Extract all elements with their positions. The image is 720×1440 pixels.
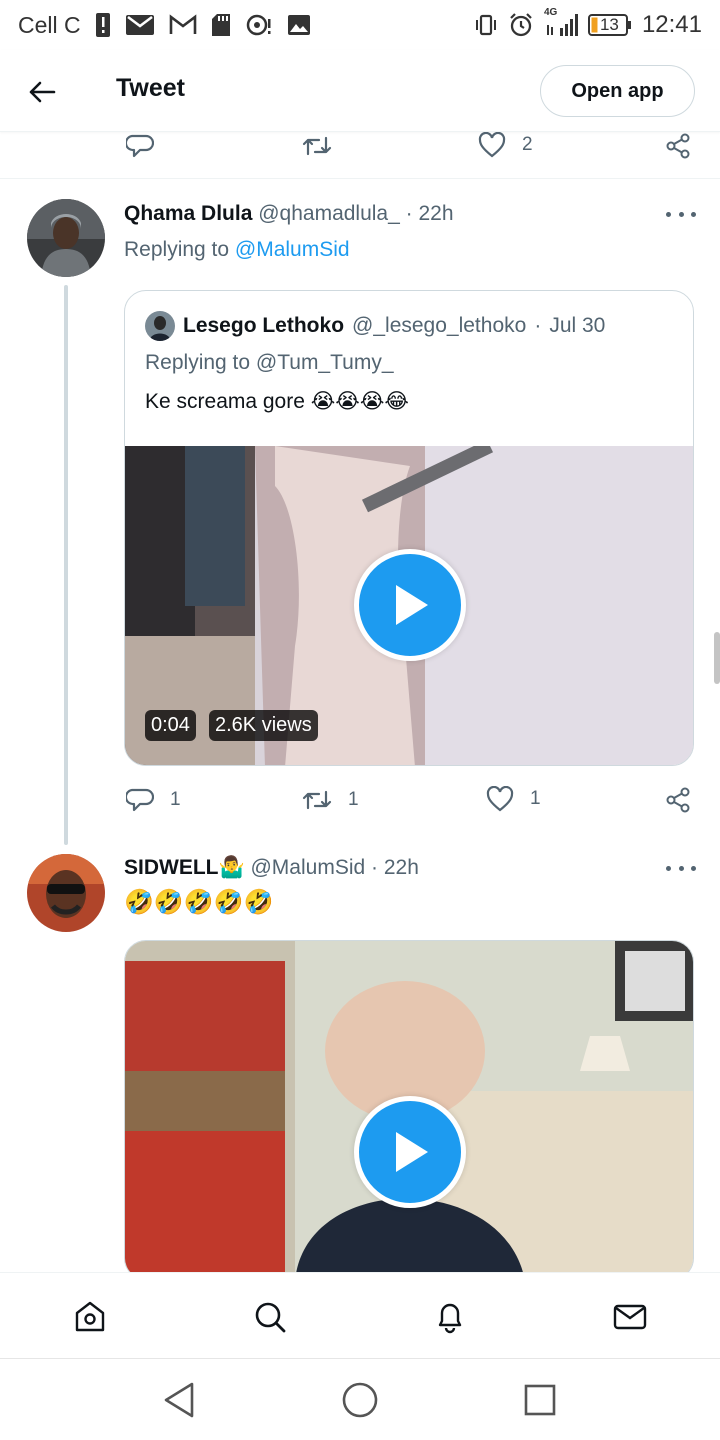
author-handle: @qhamadlula_ [258, 202, 400, 225]
video-player[interactable]: 0:04 2.6K views [125, 446, 693, 765]
heart-icon [478, 132, 506, 158]
play-icon [396, 1132, 428, 1172]
thread-line [64, 285, 68, 845]
quote-date: Jul 30 [549, 314, 606, 337]
scrollbar[interactable] [714, 632, 720, 684]
hotspot-icon [245, 13, 273, 37]
circle-home-icon [342, 1382, 378, 1418]
avatar-image [27, 199, 105, 277]
tweet-time: 22h [418, 202, 454, 225]
author-name: Qhama Dlula [124, 202, 253, 225]
tweet-divider [0, 178, 720, 179]
back-button[interactable] [22, 72, 62, 112]
reply-button[interactable] [126, 132, 154, 160]
signal-icon: 4G [544, 7, 578, 37]
battery-level: 13 [599, 15, 619, 34]
dot-separator: · [534, 314, 542, 337]
retweet-button[interactable]: 1 [302, 786, 359, 814]
quote-author-name: Lesego Lethoko [183, 314, 345, 337]
carrier-name: Cell C [18, 11, 81, 38]
avatar-image [27, 854, 105, 932]
square-recents-icon [524, 1384, 556, 1416]
play-button[interactable] [354, 549, 466, 661]
system-recents-button[interactable] [517, 1377, 563, 1423]
nav-notifications[interactable] [428, 1295, 472, 1339]
status-bar: Cell C 4G 13 12:41 [0, 0, 720, 50]
bottom-navigation [0, 1272, 720, 1358]
quote-replying-to: Replying to @Tum_Tumy_ [145, 351, 394, 374]
vibrate-icon [474, 14, 498, 36]
dot-separator: · [371, 856, 379, 879]
dot-separator: · [405, 202, 413, 225]
gmail-icon [169, 14, 197, 36]
arrow-left-icon [29, 81, 56, 103]
reply-button[interactable]: 1 [126, 786, 181, 814]
like-count: 1 [530, 788, 541, 809]
quote-text: Ke screama gore 😭😭😭😂 [145, 390, 409, 413]
retweet-count: 1 [348, 789, 359, 810]
reply-count: 1 [170, 789, 181, 810]
avatar[interactable] [27, 854, 105, 932]
app-header: Tweet Open app [0, 50, 720, 132]
page-title: Tweet [116, 74, 185, 102]
quote-avatar [145, 311, 175, 341]
alert-icon [95, 12, 111, 38]
video-duration: 0:04 [145, 710, 196, 741]
alarm-icon [508, 12, 534, 38]
play-icon [396, 585, 428, 625]
system-home-button[interactable] [337, 1377, 383, 1423]
like-button[interactable]: 1 [486, 786, 541, 812]
bell-icon [438, 1303, 462, 1334]
open-app-button[interactable]: Open app [540, 65, 695, 117]
search-icon [255, 1302, 286, 1333]
retweet-button[interactable] [302, 132, 332, 160]
system-back-button[interactable] [156, 1377, 202, 1423]
video-player[interactable] [124, 940, 694, 1280]
triangle-back-icon [164, 1382, 194, 1418]
sd-card-icon [211, 13, 231, 37]
replying-handle-link[interactable]: @MalumSid [235, 238, 350, 261]
avatar[interactable] [27, 199, 105, 277]
nav-search[interactable] [248, 1295, 292, 1339]
replying-to: Replying to @MalumSid [124, 238, 350, 262]
retweet-icon [302, 136, 332, 156]
clock: 12:41 [641, 11, 702, 38]
quote-author-handle: @_lesego_lethoko [352, 314, 527, 337]
share-button[interactable] [664, 132, 692, 160]
reply-icon [126, 788, 154, 812]
quoted-tweet[interactable]: Lesego Lethoko @_lesego_lethoko · Jul 30… [124, 290, 694, 766]
system-navigation [0, 1358, 720, 1440]
reply-icon [126, 134, 154, 158]
tweet-text: 🤣🤣🤣🤣🤣 [124, 889, 274, 916]
battery-icon: 13 [587, 13, 632, 37]
tweet-author[interactable]: Qhama Dlula @qhamadlula_ · 22h [124, 202, 454, 226]
nav-messages[interactable] [608, 1295, 652, 1339]
image-icon [287, 14, 311, 36]
share-button[interactable] [664, 786, 692, 814]
heart-icon [486, 786, 514, 812]
nav-home[interactable] [68, 1295, 112, 1339]
share-icon [666, 133, 690, 159]
network-type: 4G [543, 7, 558, 18]
more-options-button[interactable] [666, 858, 696, 878]
share-icon [666, 787, 690, 813]
tweet-actions: 1 1 1 [0, 782, 720, 822]
more-options-button[interactable] [666, 204, 696, 224]
author-name: SIDWELL🤷‍♂️ [124, 856, 245, 879]
tweet-author[interactable]: SIDWELL🤷‍♂️ @MalumSid · 22h [124, 856, 419, 880]
author-handle: @MalumSid [250, 856, 366, 879]
play-button[interactable] [354, 1096, 466, 1208]
retweet-icon [302, 790, 332, 810]
replying-prefix: Replying to [124, 238, 230, 261]
envelope-icon [613, 1304, 647, 1330]
tweet-time: 22h [383, 856, 419, 879]
like-count: 2 [522, 134, 533, 155]
prev-tweet-actions: 2 [0, 128, 720, 168]
like-button[interactable]: 2 [478, 132, 533, 158]
video-views: 2.6K views [209, 710, 318, 741]
quote-author: Lesego Lethoko @_lesego_lethoko · Jul 30 [145, 311, 605, 341]
mail-icon [125, 14, 155, 36]
home-icon [75, 1301, 105, 1332]
